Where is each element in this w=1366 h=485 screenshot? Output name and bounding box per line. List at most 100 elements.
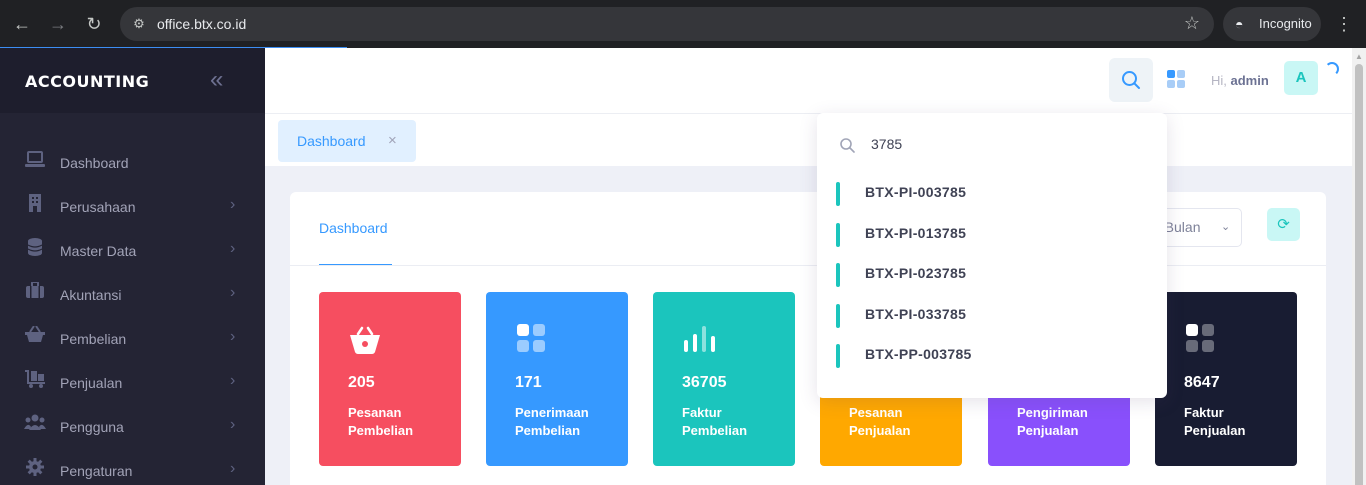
incognito-icon: ◓ xyxy=(1235,16,1244,32)
result-text: BTX-PI-033785 xyxy=(865,305,967,322)
sidebar-menu: Dashboard Perusahaan › Master Data › Aku… xyxy=(0,140,265,485)
user-greeting[interactable]: Hi, admin xyxy=(1211,73,1269,88)
sidebar-item-label: Dashboard xyxy=(60,155,129,171)
tile-faktur-pembelian[interactable]: 36705 Faktur Pembelian xyxy=(653,292,795,466)
sidebar-item-penjualan[interactable]: Penjualan › xyxy=(0,360,265,404)
result-text: BTX-PP-003785 xyxy=(865,346,972,362)
greeting-text: Hi, xyxy=(1211,73,1227,88)
incognito-label: Incognito xyxy=(1259,16,1312,31)
close-tab-icon[interactable]: × xyxy=(388,132,397,149)
sidebar-item-label: Pembelian xyxy=(60,331,127,347)
header-search-button[interactable] xyxy=(1109,58,1153,102)
search-result-item[interactable]: BTX-PI-023785 xyxy=(817,256,1167,297)
building-icon xyxy=(24,194,46,216)
tile-value: 36705 xyxy=(682,374,727,391)
sidebar-brand: ACCOUNTING « xyxy=(0,48,265,113)
chevron-right-icon: › xyxy=(230,328,236,345)
scroll-up-icon[interactable]: ▲ xyxy=(1355,52,1363,61)
sidebar-item-perusahaan[interactable]: Perusahaan › xyxy=(0,184,265,228)
laptop-icon xyxy=(24,150,46,172)
forward-arrow-icon[interactable]: → xyxy=(46,12,70,36)
tile-label: Penerimaan Pembelian xyxy=(515,405,589,438)
search-input[interactable] xyxy=(871,133,1141,155)
sidebar-item-label: Pengaturan xyxy=(60,463,133,479)
sidebar-item-label: Master Data xyxy=(60,243,137,259)
sidebar: ACCOUNTING « Dashboard Perusahaan › Mast… xyxy=(0,48,265,485)
collapse-sidebar-icon[interactable]: « xyxy=(210,66,223,94)
refresh-icon: ⟳ xyxy=(1277,216,1290,233)
sidebar-item-pengguna[interactable]: Pengguna › xyxy=(0,404,265,448)
sidebar-item-pengaturan[interactable]: Pengaturan › xyxy=(0,448,265,485)
search-result-item[interactable]: BTX-PI-003785 xyxy=(817,175,1167,216)
result-text: BTX-PI-003785 xyxy=(865,184,967,200)
tile-label: Faktur Penjualan xyxy=(1184,405,1246,438)
sidebar-item-label: Penjualan xyxy=(60,375,123,391)
result-text: BTX-PI-013785 xyxy=(865,224,967,241)
result-marker xyxy=(836,344,840,368)
reload-icon[interactable]: ↻ xyxy=(82,12,106,36)
briefcase-icon xyxy=(24,281,46,304)
chevron-right-icon: › xyxy=(230,240,236,257)
result-marker xyxy=(836,182,840,206)
page-scrollbar[interactable]: ▲ xyxy=(1352,48,1366,485)
card-tab-dashboard[interactable]: Dashboard xyxy=(319,220,388,236)
refresh-button[interactable]: ⟳ xyxy=(1267,208,1300,241)
result-marker xyxy=(836,303,840,328)
tab-dashboard[interactable]: Dashboard × xyxy=(278,120,416,162)
loading-spinner-icon xyxy=(1325,62,1339,76)
sidebar-item-dashboard[interactable]: Dashboard xyxy=(0,140,265,184)
tile-pesanan-pembelian[interactable]: 205 Pesanan Pembelian xyxy=(319,292,461,466)
search-result-item[interactable]: BTX-PI-033785 xyxy=(817,297,1167,338)
search-icon xyxy=(1122,71,1140,89)
scrollbar-thumb[interactable] xyxy=(1355,64,1363,485)
back-arrow-icon[interactable]: ← xyxy=(10,12,34,36)
sidebar-item-akuntansi[interactable]: Akuntansi › xyxy=(0,272,265,316)
search-dropdown: BTX-PI-003785 BTX-PI-013785 BTX-PI-02378… xyxy=(817,113,1167,398)
top-header: Hi, admin A xyxy=(265,48,1352,114)
chevron-right-icon: › xyxy=(230,372,236,389)
gear-icon xyxy=(24,458,46,480)
browser-menu-icon[interactable]: ⋮ xyxy=(1334,12,1354,36)
chevron-right-icon: › xyxy=(230,416,236,433)
cart-flatbed-icon xyxy=(24,370,46,392)
sidebar-item-label: Perusahaan xyxy=(60,199,136,215)
result-marker xyxy=(836,222,840,247)
result-text: BTX-PI-023785 xyxy=(865,265,967,281)
search-result-item[interactable]: BTX-PI-013785 xyxy=(817,216,1167,257)
grid-icon xyxy=(517,324,545,352)
bookmark-star-icon[interactable]: ☆ xyxy=(1184,13,1200,34)
tile-label: Pengiriman Penjualan xyxy=(1017,405,1088,438)
search-results: BTX-PI-003785 BTX-PI-013785 BTX-PI-02378… xyxy=(817,175,1167,378)
tile-label: Faktur Pembelian xyxy=(682,405,748,438)
grid-icon xyxy=(1186,324,1214,352)
chevron-right-icon: › xyxy=(230,196,236,213)
open-tabs-bar: Dashboard × xyxy=(265,114,1352,166)
site-settings-icon[interactable]: ⚙ xyxy=(130,15,148,33)
tile-penerimaan-pembelian[interactable]: 171 Penerimaan Pembelian xyxy=(486,292,628,466)
bar-chart-icon xyxy=(684,326,715,352)
users-icon xyxy=(24,414,46,436)
search-icon xyxy=(840,138,855,153)
tile-faktur-penjualan[interactable]: 8647 Faktur Penjualan xyxy=(1155,292,1297,466)
sidebar-item-label: Pengguna xyxy=(60,419,124,435)
tile-label: Pesanan Pembelian xyxy=(348,405,414,438)
sidebar-item-master-data[interactable]: Master Data › xyxy=(0,228,265,272)
address-bar[interactable]: ⚙ office.btx.co.id ☆ xyxy=(120,7,1214,41)
tile-value: 8647 xyxy=(1184,374,1220,391)
avatar[interactable]: A xyxy=(1284,61,1318,95)
tile-value: 171 xyxy=(515,374,542,391)
search-result-item[interactable]: BTX-PP-003785 xyxy=(817,337,1167,378)
database-icon xyxy=(24,238,46,260)
sidebar-item-pembelian[interactable]: Pembelian › xyxy=(0,316,265,360)
result-marker xyxy=(836,263,840,287)
basket-icon xyxy=(350,326,380,354)
chevron-right-icon: › xyxy=(230,284,236,301)
card-divider xyxy=(290,265,1326,266)
url-text[interactable]: office.btx.co.id xyxy=(157,16,246,32)
incognito-badge[interactable]: ◓ Incognito xyxy=(1223,7,1321,41)
username: admin xyxy=(1230,73,1269,88)
tab-label: Dashboard xyxy=(297,133,366,149)
tile-value: 205 xyxy=(348,374,375,391)
apps-grid-icon[interactable] xyxy=(1167,70,1187,90)
tile-label: Pesanan Penjualan xyxy=(849,405,911,438)
